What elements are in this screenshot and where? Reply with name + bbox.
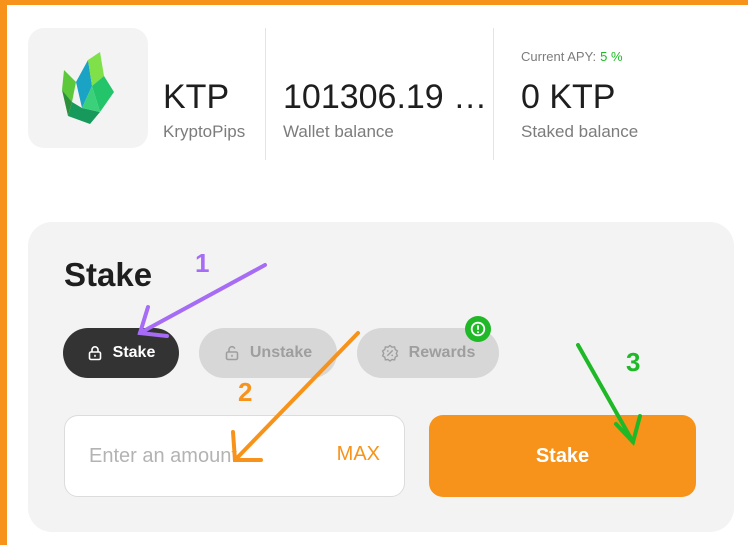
- crystal-logo-icon: [62, 52, 114, 124]
- token-logo: [28, 28, 148, 148]
- tab-unstake-label: Unstake: [249, 344, 313, 361]
- wallet-balance-value: 101306.19 …: [283, 78, 488, 116]
- amount-input[interactable]: [89, 416, 319, 496]
- lock-icon: [88, 346, 101, 361]
- token-symbol: KTP: [163, 78, 230, 116]
- unlock-icon: [225, 345, 239, 361]
- tab-unstake[interactable]: Unstake: [199, 328, 337, 378]
- apy-label: Current APY:: [521, 49, 597, 64]
- frame-top-border: [0, 0, 748, 5]
- header-divider: [493, 28, 494, 160]
- apy-value: 5 %: [600, 49, 623, 64]
- annotation-label-1: 1: [195, 248, 210, 278]
- stake-card-title: Stake: [64, 256, 153, 293]
- staked-balance-value: 0 KTP: [521, 78, 616, 116]
- rewards-notification-badge: [465, 316, 491, 342]
- apy-row: Current APY: 5 %: [521, 49, 623, 64]
- stake-submit-button[interactable]: Stake: [429, 415, 696, 497]
- frame-left-border: [0, 0, 7, 545]
- token-name: KryptoPips: [163, 122, 246, 141]
- staked-balance-label: Staked balance: [521, 122, 639, 141]
- amount-field: MAX: [64, 415, 405, 497]
- annotation-label-3: 3: [626, 347, 641, 377]
- wallet-balance-label: Wallet balance: [283, 122, 394, 141]
- header-divider: [265, 28, 266, 160]
- tab-stake[interactable]: Stake: [63, 328, 179, 378]
- tab-stake-label: Stake: [112, 344, 156, 361]
- tab-rewards-label: Rewards: [408, 344, 476, 361]
- annotation-label-2: 2: [238, 377, 253, 407]
- exclamation-icon: [470, 321, 486, 337]
- max-button[interactable]: MAX: [337, 443, 380, 466]
- badge-percent-icon: [381, 344, 398, 362]
